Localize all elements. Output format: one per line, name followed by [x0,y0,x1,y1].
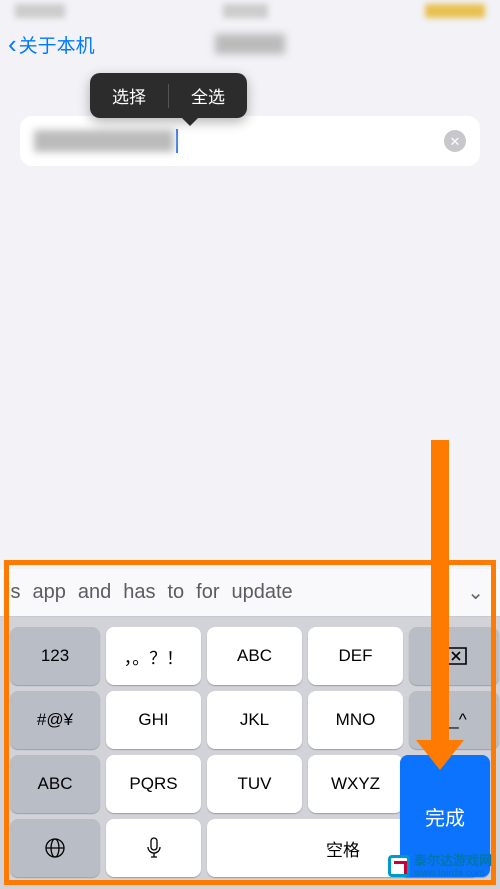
nav-bar: ‹ 关于本机 [0,22,500,66]
keyboard: is app and has to for update ⌄ 123 ，。？！ … [0,569,500,889]
suggestion-bar: is app and has to for update ⌄ [0,569,500,617]
input-text-blur [34,130,174,152]
microphone-icon [145,836,163,860]
suggestion-item[interactable]: has [123,581,155,604]
clear-input-button[interactable]: ✕ [444,130,466,152]
key-mode-abc[interactable]: ABC [10,755,100,813]
key-123[interactable]: 123 [10,627,100,685]
key-row-1-2: 123 ，。？！ ABC DEF #@¥ GHI JKL MNO ^_^ [0,617,500,755]
key-wxyz[interactable]: WXYZ [308,755,403,813]
suggestion-item[interactable]: app [32,581,65,604]
key-backspace[interactable] [409,627,499,685]
watermark-url: www.tairda.com [414,868,492,879]
watermark-name: 泰尔达游戏网 [414,854,492,868]
suggestion-item[interactable]: to [167,581,184,604]
suggestion-item[interactable]: for [196,581,219,604]
collapse-suggestions-chevron-icon[interactable]: ⌄ [457,580,494,605]
backspace-icon [440,646,468,666]
key-globe[interactable] [10,819,100,877]
status-center-blur [223,4,268,18]
popup-select[interactable]: 选择 [90,73,168,118]
status-left-blur [15,4,65,18]
key-def[interactable]: DEF [308,627,403,685]
status-right-blur [425,4,485,18]
back-chevron-icon[interactable]: ‹ [8,29,17,60]
suggestion-item[interactable]: update [231,581,292,604]
key-abc[interactable]: ABC [207,627,302,685]
status-bar [0,0,500,22]
key-jkl[interactable]: JKL [207,691,302,749]
suggestion-divider [444,580,445,606]
suggestion-item[interactable]: is [6,581,20,604]
key-ghi[interactable]: GHI [106,691,201,749]
key-symbols[interactable]: #@¥ [10,691,100,749]
watermark-logo-icon [388,855,410,877]
key-row-3: ABC PQRS TUV WXYZ 完成 [0,755,500,819]
back-title[interactable]: 关于本机 [19,31,95,58]
globe-icon [43,836,67,860]
key-punct[interactable]: ，。？！ [106,627,201,685]
text-cursor [176,129,178,153]
popup-arrow-icon [181,117,199,126]
text-selection-popup: 选择 全选 [90,73,247,118]
suggestion-item[interactable]: and [78,581,111,604]
name-input-container[interactable]: ✕ [20,116,480,166]
key-tuv[interactable]: TUV [207,755,302,813]
key-pqrs[interactable]: PQRS [106,755,201,813]
key-mic[interactable] [106,819,201,877]
popup-select-all[interactable]: 全选 [169,73,247,118]
clear-x-icon: ✕ [450,135,461,148]
key-emoji[interactable]: ^_^ [409,691,499,749]
key-mno[interactable]: MNO [308,691,403,749]
watermark: 泰尔达游戏网 www.tairda.com [388,854,492,879]
nav-title-blur [215,34,285,54]
